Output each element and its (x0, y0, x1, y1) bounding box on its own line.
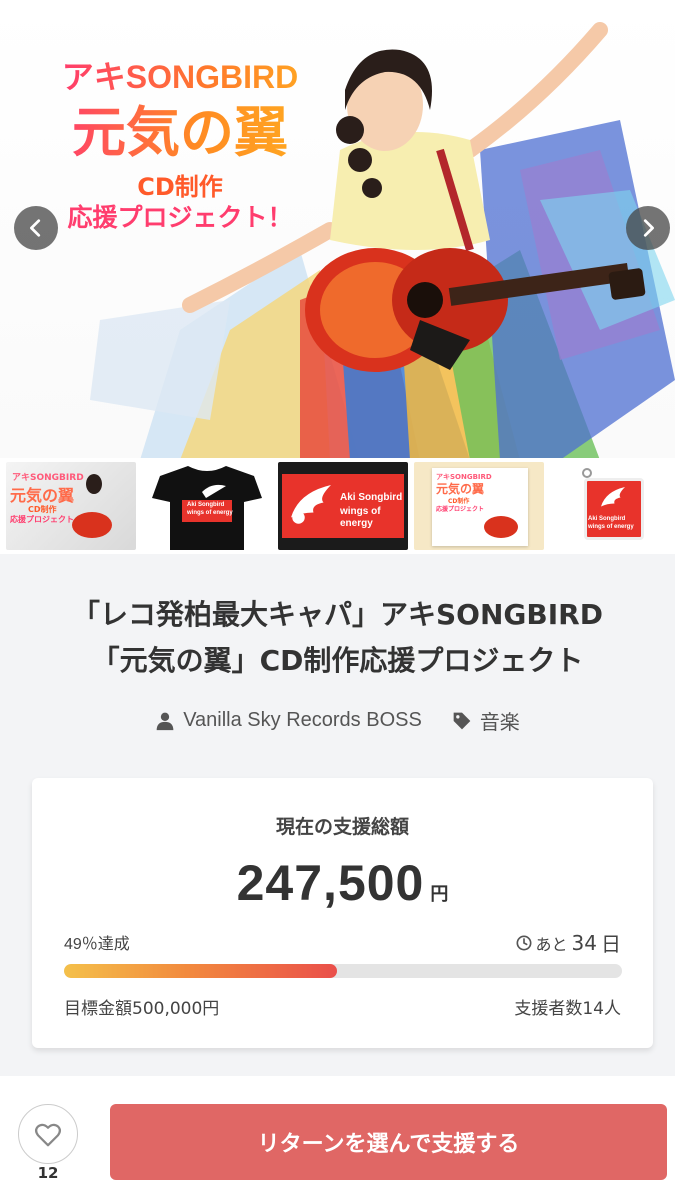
thumb-tshirt-text1: Aki Songbird (187, 502, 225, 508)
chevron-right-icon (643, 219, 654, 237)
remaining-days-value: 34 (571, 930, 597, 955)
hero-title-line1: アキSONGBIRD (30, 52, 330, 98)
goal-amount: 目標金額500,000円 (64, 999, 220, 1019)
remaining-unit: 日 (601, 932, 621, 956)
funding-amount-row: 247,500 円 (32, 854, 653, 912)
project-title-line2: 「元気の翼」CD制作応援プロジェクト (91, 644, 584, 677)
wing-icon (291, 485, 331, 524)
carousel-prev-button[interactable] (14, 206, 58, 250)
thumbnail-keychain[interactable]: Aki Songbird wings of energy (550, 462, 675, 550)
thumb-cover-text2: 元気の翼 (10, 486, 75, 505)
heart-icon (35, 1123, 61, 1147)
backer-count: 支援者数14人 (514, 999, 621, 1019)
achievement-rate: 49％達成 (64, 936, 130, 953)
thumbnail-tshirt[interactable]: Aki Songbird wings of energy (142, 462, 272, 550)
funding-label: 現在の支援総額 (275, 816, 409, 838)
carousel-next-button[interactable] (626, 206, 670, 250)
project-title: 「レコ発柏最大キャパ」アキSONGBIRD 「元気の翼」CD制作応援プロジェクト (0, 592, 675, 684)
tag-icon (453, 712, 471, 729)
funding-currency: 円 (430, 884, 449, 905)
thumb-tshirt-text2: wings of energy (187, 510, 233, 516)
thumbnail-cover[interactable]: アキSONGBIRD 元気の翼 CD制作 応援プロジェクト (6, 462, 136, 550)
funding-card: 現在の支援総額 247,500 円 49％達成 あと 34 日 目標金額500,0… (32, 778, 653, 1048)
hero-image: アキSONGBIRD 元気の翼 CD制作 応援プロジェクト！ (0, 0, 675, 458)
remaining-days: あと 34 日 (516, 928, 621, 957)
funding-amount: 247,500 (236, 855, 425, 911)
thumbnail-strip: アキSONGBIRD 元気の翼 CD制作 応援プロジェクト Aki Songbi… (0, 458, 675, 554)
thumb-banner-text1: Aki Songbird (340, 492, 403, 503)
thumbnail-cd[interactable]: アキSONGBIRD 元気の翼 CD制作 応援プロジェクト (414, 462, 544, 550)
thumb-cover-text4: 応援プロジェクト (10, 515, 74, 524)
progress-bar-fill (64, 964, 338, 978)
project-meta: Vanilla Sky Records BOSS 音楽 (0, 706, 675, 735)
thumbnail-banner[interactable]: Aki Songbird wings of energy (278, 462, 408, 550)
progress-bar (64, 964, 622, 978)
thumb-keychain-text2: wings of energy (588, 524, 634, 530)
hero-title-line3: CD制作 (137, 173, 223, 201)
clock-icon (516, 935, 532, 950)
hero-title-line4: 応援プロジェクト！ (67, 203, 293, 232)
chevron-left-icon (30, 219, 41, 237)
owner-link[interactable]: Vanilla Sky Records BOSS (155, 706, 422, 735)
category-link[interactable]: 音楽 (452, 706, 520, 735)
wing-icon (601, 487, 625, 507)
remaining-prefix: あと (535, 934, 568, 954)
owner-name: Vanilla Sky Records BOSS (183, 709, 422, 731)
thumb-cd-text2: 元気の翼 (436, 482, 485, 496)
hero-title: アキSONGBIRD 元気の翼 CD制作 応援プロジェクト！ (30, 52, 330, 234)
favorite-count: 12 (37, 1164, 59, 1182)
bottom-action-bar: 12 リターンを選んで支援する (0, 1076, 675, 1200)
user-icon (156, 712, 174, 730)
support-button[interactable]: リターンを選んで支援する (110, 1104, 667, 1180)
hero-title-line2: 元気の翼 (30, 102, 330, 164)
thumb-keychain-text1: Aki Songbird (588, 516, 626, 522)
favorite-button[interactable] (18, 1104, 78, 1164)
project-title-line1: 「レコ発柏最大キャパ」アキSONGBIRD (72, 598, 603, 631)
thumb-cd-text4: 応援プロジェクト (436, 506, 485, 513)
thumb-banner-text2: wings of energy (340, 506, 381, 529)
category-name: 音楽 (479, 712, 520, 734)
